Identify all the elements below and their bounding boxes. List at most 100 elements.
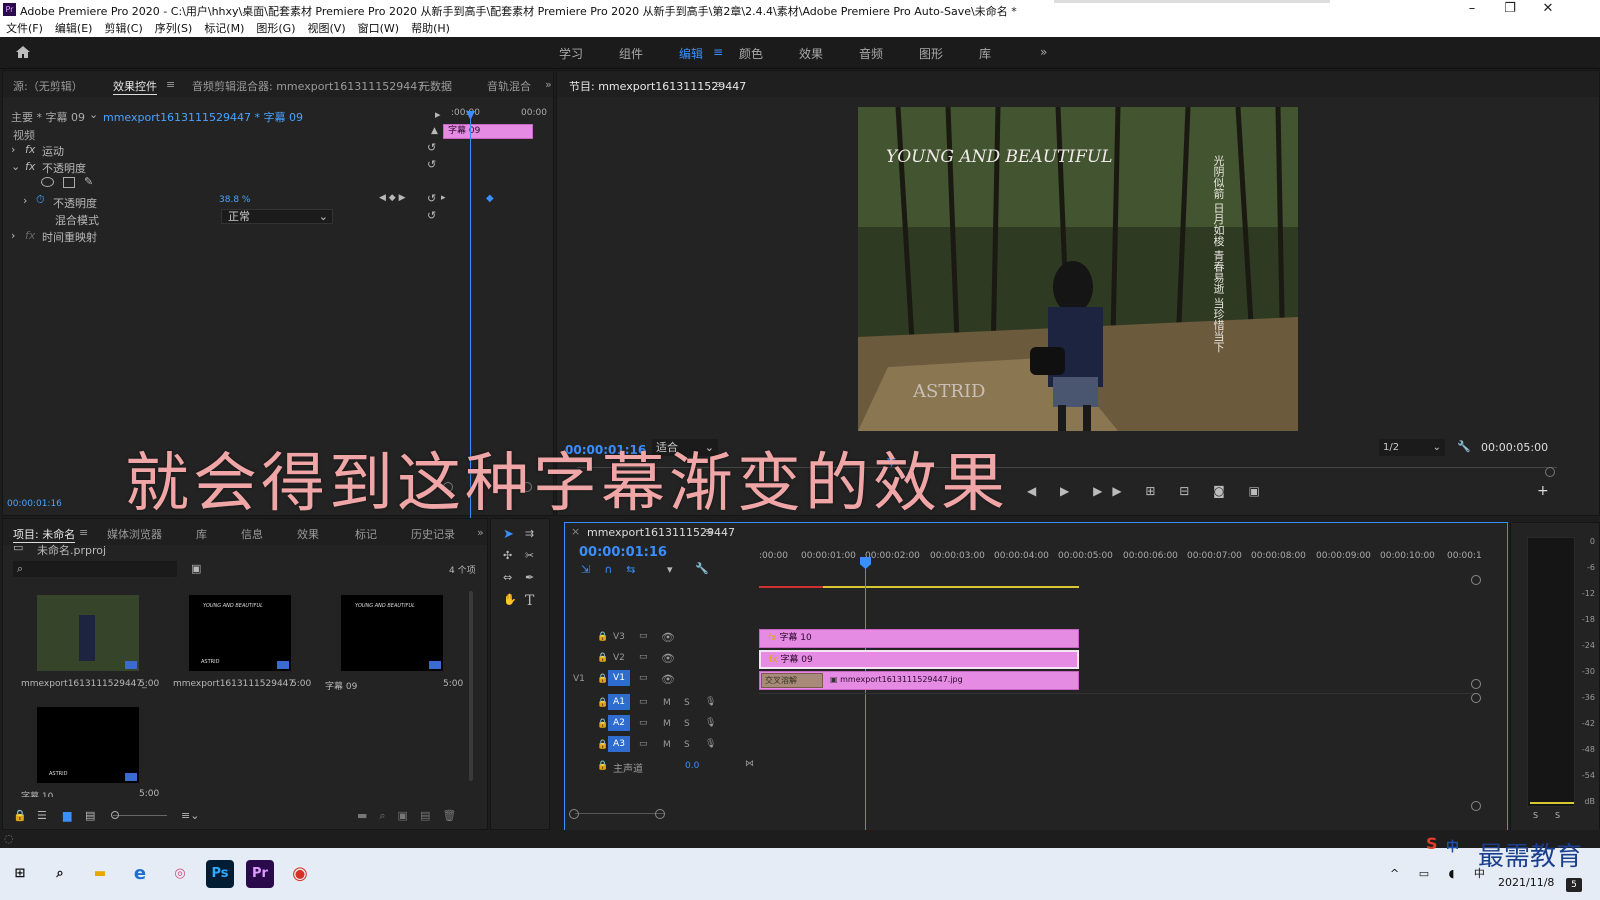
chevron-down-icon[interactable]: ⌄ bbox=[89, 108, 98, 121]
track-select-tool-icon[interactable]: ⇉ bbox=[525, 527, 534, 540]
mute-button-a3[interactable]: M bbox=[663, 740, 671, 750]
tab-menu-icon[interactable]: ≡ bbox=[166, 78, 175, 91]
transport-controls-icon[interactable]: ◀ ▶ ▶▶ ⊞ ⊟ ◙ ▣ bbox=[1027, 484, 1270, 498]
hand-tool-icon[interactable]: ✋ bbox=[503, 593, 517, 606]
h-zoom-bar[interactable] bbox=[575, 813, 665, 814]
project-search-input[interactable]: ⌕ bbox=[13, 561, 177, 577]
menu-graphics[interactable]: 图形(G) bbox=[256, 20, 295, 37]
tab-menu-icon[interactable]: ≡ bbox=[715, 78, 724, 91]
tab-audio-clip-mixer[interactable]: 音频剪辑混合器: mmexport1613111529447 bbox=[192, 78, 424, 94]
project-item-name-1[interactable]: mmexport1613111529447_ bbox=[21, 679, 147, 689]
file-explorer-icon[interactable]: ▬ bbox=[86, 860, 114, 888]
lock-icon[interactable]: 🔒 bbox=[597, 632, 608, 642]
zoom-handle-right[interactable] bbox=[1545, 467, 1555, 477]
track-label-v3[interactable]: V3 bbox=[613, 632, 625, 642]
menu-file[interactable]: 文件(F) bbox=[6, 20, 43, 37]
fx-motion-label[interactable]: 运动 bbox=[42, 143, 64, 159]
close-tab-icon[interactable]: × bbox=[571, 525, 580, 538]
sync-lock-icon[interactable]: ▭ bbox=[639, 697, 648, 707]
menu-window[interactable]: 窗口(W) bbox=[358, 20, 399, 37]
tab-source[interactable]: 源:（无剪辑） bbox=[13, 78, 83, 94]
next-arrow-icon[interactable]: ▸ bbox=[441, 193, 446, 203]
workspace-learn[interactable]: 学习 bbox=[559, 45, 583, 62]
lock-icon[interactable]: 🔒 bbox=[597, 674, 608, 684]
add-marker-icon[interactable]: ▾ bbox=[667, 563, 673, 576]
a-zoom-handle-top[interactable] bbox=[1471, 693, 1481, 703]
fx-opacity-label[interactable]: 不透明度 bbox=[42, 160, 86, 176]
expand-motion-icon[interactable]: › bbox=[11, 143, 15, 156]
sync-lock-icon[interactable]: ▭ bbox=[639, 631, 648, 641]
wrench-icon[interactable]: 🔧 bbox=[1457, 440, 1471, 453]
pen-tool-icon[interactable]: ✒ bbox=[525, 571, 534, 584]
track-label-v2[interactable]: V2 bbox=[613, 653, 625, 663]
sync-lock-icon[interactable]: ▭ bbox=[639, 652, 648, 662]
effect-controls-timecode[interactable]: 00:00:01:16 bbox=[7, 499, 62, 509]
reset-blend-icon[interactable]: ↺ bbox=[427, 209, 436, 222]
expand-opacity-param-icon[interactable]: › bbox=[23, 194, 27, 207]
project-thumb-2[interactable]: YOUNG AND BEAUTIFUL ASTRID bbox=[189, 595, 291, 671]
mute-button-a2[interactable]: M bbox=[663, 719, 671, 729]
workspace-more-icon[interactable]: » bbox=[1040, 45, 1047, 59]
stopwatch-icon[interactable]: ⏱ bbox=[36, 193, 45, 207]
track-label-a3[interactable]: A3 bbox=[608, 736, 630, 752]
solo-button-a2[interactable]: S bbox=[684, 719, 690, 729]
windows-start-icon[interactable]: ⊞ bbox=[6, 860, 34, 888]
h-zoom-handle-left[interactable] bbox=[569, 809, 579, 819]
eye-icon[interactable]: 👁 bbox=[661, 631, 675, 644]
tab-libraries[interactable]: 库 bbox=[196, 526, 207, 542]
lock-icon[interactable]: 🔒 bbox=[597, 698, 608, 708]
sequence-clip-label[interactable]: mmexport1613111529447 * 字幕 09 bbox=[103, 109, 303, 125]
mic-icon[interactable]: 🎙 bbox=[705, 697, 716, 707]
clip-v2-subtitle-09[interactable]: fx 字幕 09 bbox=[759, 650, 1079, 669]
transition-cross-dissolve[interactable]: 交叉溶解 bbox=[761, 673, 823, 688]
time-ruler[interactable]: :00:00 00:00:01:00 00:00:02:00 00:00:03:… bbox=[759, 541, 1499, 593]
h-zoom-handle-right[interactable] bbox=[655, 809, 665, 819]
workspace-libraries[interactable]: 库 bbox=[979, 45, 991, 62]
opacity-value[interactable]: 38.8 % bbox=[219, 195, 250, 205]
track-label-a1[interactable]: A1 bbox=[608, 694, 630, 710]
tab-info[interactable]: 信息 bbox=[241, 526, 263, 542]
mini-timeline-clip[interactable]: 字幕 09 bbox=[443, 124, 533, 139]
prev-keyframe-icon[interactable]: ◀ ◆ ▶ bbox=[379, 193, 406, 203]
ime-indicator[interactable]: 中 bbox=[1446, 836, 1459, 855]
solo-button-a3[interactable]: S bbox=[684, 740, 690, 750]
timeline-playhead[interactable] bbox=[865, 557, 866, 842]
project-footer-icons[interactable]: ▬⌕▣▤🗑 bbox=[357, 809, 468, 823]
sync-lock-icon[interactable]: ▭ bbox=[639, 739, 648, 749]
project-item-name-4[interactable]: 字幕 10 bbox=[21, 789, 53, 797]
keyframe-diamond-icon[interactable]: ◆ bbox=[486, 193, 494, 204]
menu-marker[interactable]: 标记(M) bbox=[204, 20, 244, 37]
minimize-button[interactable]: – bbox=[1454, 0, 1490, 20]
panel-more-icon[interactable]: » bbox=[545, 78, 552, 91]
source-patch-v1[interactable]: V1 bbox=[573, 674, 585, 684]
slip-tool-icon[interactable]: ⇔ bbox=[503, 571, 512, 584]
lock-icon[interactable]: 🔒 bbox=[597, 740, 608, 750]
restore-button[interactable]: ❐ bbox=[1492, 0, 1528, 20]
reset-param-icon[interactable]: ↺ bbox=[427, 192, 436, 205]
tab-audio-track-mixer[interactable]: 音轨混合 bbox=[487, 78, 531, 94]
tab-menu-icon[interactable]: ≡ bbox=[79, 526, 88, 539]
project-scrollbar[interactable] bbox=[469, 591, 473, 781]
tab-media-browser[interactable]: 媒体浏览器 bbox=[107, 526, 162, 542]
track-label-v1[interactable]: V1 bbox=[608, 670, 630, 686]
home-icon[interactable] bbox=[14, 43, 32, 61]
project-thumb-1[interactable] bbox=[37, 595, 139, 671]
workspace-editing[interactable]: 编辑 bbox=[679, 45, 703, 62]
menu-help[interactable]: 帮助(H) bbox=[411, 20, 450, 37]
app-icon[interactable]: ◎ bbox=[166, 860, 194, 888]
photoshop-icon[interactable]: Ps bbox=[206, 860, 234, 888]
tab-history[interactable]: 历史记录 bbox=[411, 526, 455, 542]
selection-tool-icon[interactable]: ➤ bbox=[503, 527, 514, 542]
notification-badge[interactable]: 5 bbox=[1566, 878, 1582, 892]
workspace-effects[interactable]: 效果 bbox=[799, 45, 823, 62]
solo-button-a1[interactable]: S bbox=[684, 698, 690, 708]
timeline-settings-wrench-icon[interactable]: 🔧 bbox=[695, 562, 709, 575]
track-label-a2[interactable]: A2 bbox=[608, 715, 630, 731]
clip-v3-subtitle-10[interactable]: fx 字幕 10 bbox=[759, 629, 1079, 648]
razor-tool-icon[interactable]: ✂ bbox=[525, 549, 534, 562]
menu-edit[interactable]: 编辑(E) bbox=[55, 20, 93, 37]
workspace-graphics[interactable]: 图形 bbox=[919, 45, 943, 62]
close-button[interactable]: ✕ bbox=[1530, 0, 1566, 20]
mute-button-a1[interactable]: M bbox=[663, 698, 671, 708]
tab-markers[interactable]: 标记 bbox=[355, 526, 377, 542]
